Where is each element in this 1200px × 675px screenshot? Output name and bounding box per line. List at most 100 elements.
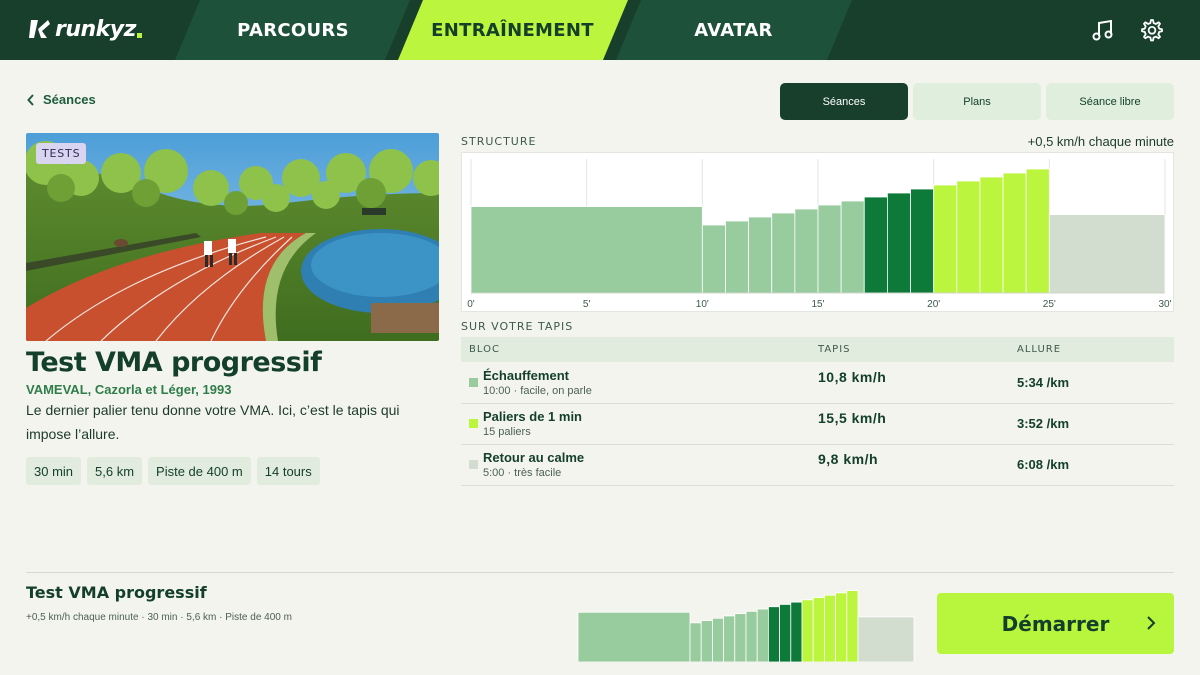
row-name: Retour au calme: [483, 450, 585, 465]
chart-bar: [790, 601, 803, 662]
chart-bar: [577, 611, 691, 662]
chip-track: Piste de 400 m: [148, 457, 251, 485]
col-allure: ALLURE: [1017, 344, 1062, 355]
row-name: Paliers de 1 min: [483, 409, 582, 424]
row-speed: 15,5 km/h: [818, 410, 887, 426]
chart-bar: [723, 615, 736, 662]
row-swatch: [469, 460, 478, 469]
table-row[interactable]: Retour au calme 5:00 · très facile 9,8 k…: [461, 445, 1174, 486]
row-name: Échauffement: [483, 368, 569, 383]
col-bloc: BLOC: [469, 344, 500, 355]
row-speed: 10,8 km/h: [818, 369, 887, 385]
row-swatch: [469, 419, 478, 428]
logo-text: runkyz: [55, 16, 136, 42]
chart-bar: [725, 220, 750, 294]
footer-title: Test VMA progressif: [26, 583, 207, 602]
col-tapis: TAPIS: [818, 344, 851, 355]
music-icon[interactable]: [1090, 17, 1116, 43]
structure-label: STRUCTURE: [461, 135, 537, 148]
segment-seance-libre[interactable]: Séance libre: [1046, 83, 1174, 120]
chart-tick-label: 25': [1043, 299, 1056, 310]
chart-bar: [1048, 214, 1166, 294]
chart-tick-label: 30': [1158, 299, 1171, 310]
session-chips: 30 min 5,6 km Piste de 400 m 14 tours: [26, 457, 320, 485]
chart-bar: [701, 224, 726, 294]
chart-bar: [840, 200, 865, 294]
chart-bar: [1025, 168, 1050, 294]
row-meta: 5:00 · très facile: [483, 467, 562, 479]
session-source: VAMEVAL, Cazorla et Léger, 1993: [26, 382, 232, 397]
row-meta: 15 paliers: [483, 426, 531, 438]
table-row[interactable]: Paliers de 1 min 15 paliers 15,5 km/h 3:…: [461, 404, 1174, 445]
chart-bar: [771, 212, 796, 294]
chart-bar: [794, 208, 819, 294]
chevron-left-icon: [27, 93, 34, 106]
chart-bar: [956, 180, 981, 294]
chart-bar: [910, 188, 935, 294]
category-badge: TESTS: [36, 143, 87, 164]
chart-bar: [745, 610, 758, 662]
chart-bar: [711, 617, 724, 662]
chart-tick-label: 15': [811, 299, 824, 310]
chart-tick-label: 20': [927, 299, 940, 310]
top-bar: runkyz PARCOURS ENTRAÎNEMENT AVATAR: [0, 0, 1200, 60]
chart-bar: [823, 594, 836, 662]
logo-mark-icon: [29, 20, 50, 38]
chart-tick-label: 0': [467, 299, 475, 310]
chart-bar: [734, 613, 747, 662]
footer-meta: +0,5 km/h chaque minute · 30 min · 5,6 k…: [26, 612, 292, 623]
chart-bar: [846, 590, 859, 662]
row-meta: 10:00 · facile, on parle: [483, 385, 592, 397]
chart-bar: [933, 184, 958, 294]
chart-bar: [1002, 172, 1027, 294]
segment-plans[interactable]: Plans: [913, 83, 1041, 120]
segment-seances[interactable]: Séances: [780, 83, 908, 120]
session-image: [26, 133, 439, 341]
chart-bar: [700, 620, 713, 662]
chart-bar: [817, 204, 842, 294]
chart-bar: [470, 206, 703, 294]
session-description: Le dernier palier tenu donne votre VMA. …: [26, 402, 400, 442]
chip-laps: 14 tours: [256, 457, 320, 485]
chart-bar: [748, 216, 773, 294]
row-pace: 5:34 /km: [1017, 375, 1070, 390]
row-pace: 3:52 /km: [1017, 416, 1070, 431]
structure-note: +0,5 km/h chaque minute: [1027, 134, 1174, 149]
table-label: SUR VOTRE TAPIS: [461, 320, 574, 333]
chevron-right-icon: [1147, 616, 1156, 630]
structure-chart: 0' 5' 10' 15' 20' 25' 30': [461, 152, 1174, 312]
footer-mini-chart: [577, 590, 915, 662]
session-title: Test VMA progressif: [26, 347, 322, 378]
structure-chart-svg: 0' 5' 10' 15' 20' 25' 30': [467, 159, 1172, 310]
chip-distance: 5,6 km: [87, 457, 143, 485]
row-swatch: [469, 378, 478, 387]
tab-entrainement[interactable]: ENTRAÎNEMENT: [410, 0, 615, 60]
row-pace: 6:08 /km: [1017, 457, 1070, 472]
tab-avatar[interactable]: AVATAR: [628, 0, 839, 60]
gear-icon[interactable]: [1138, 17, 1164, 43]
chart-bar: [767, 606, 780, 662]
back-label: Séances: [43, 92, 96, 107]
chart-bar: [886, 192, 911, 294]
chart-bar: [857, 616, 915, 662]
chip-duration: 30 min: [26, 457, 82, 485]
table-row[interactable]: Échauffement 10:00 · facile, on parle 10…: [461, 363, 1174, 404]
logo-dot: [136, 32, 142, 38]
start-button[interactable]: Démarrer: [937, 593, 1174, 654]
chart-bar: [801, 599, 814, 662]
chart-bar: [979, 176, 1004, 294]
footer-divider: [26, 572, 1174, 573]
chart-bar: [812, 597, 825, 662]
chart-bar: [835, 592, 848, 662]
chart-bar: [779, 604, 792, 662]
app-logo[interactable]: runkyz: [28, 14, 142, 44]
row-speed: 9,8 km/h: [818, 451, 879, 467]
chart-tick-label: 5': [583, 299, 591, 310]
chart-bar: [863, 196, 888, 294]
chart-bar: [689, 622, 702, 662]
chart-bar: [756, 608, 769, 662]
start-button-label: Démarrer: [1001, 611, 1110, 636]
chart-tick-label: 10': [696, 299, 709, 310]
tab-parcours[interactable]: PARCOURS: [188, 0, 398, 60]
back-link[interactable]: Séances: [27, 92, 96, 107]
